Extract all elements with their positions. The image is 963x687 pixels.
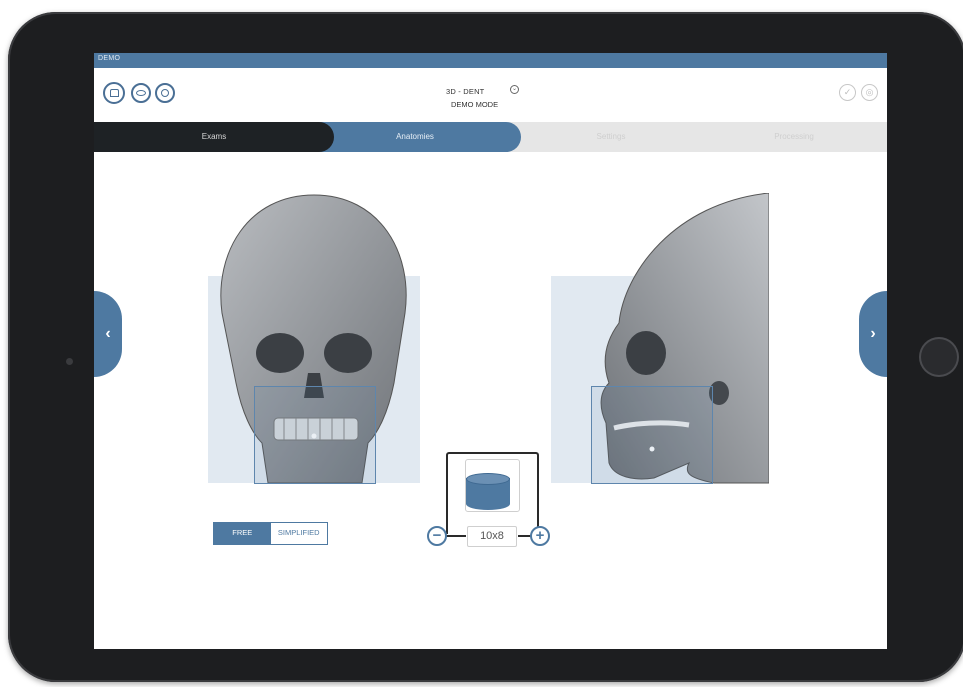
- tab-settings[interactable]: Settings: [521, 122, 701, 152]
- next-button[interactable]: ›: [859, 291, 887, 377]
- plus-icon: +: [535, 527, 545, 544]
- tab-exams[interactable]: Exams: [94, 122, 334, 152]
- demo-label: DEMO: [98, 55, 121, 62]
- tab-processing[interactable]: Processing: [701, 122, 887, 152]
- free-mode-button[interactable]: FREE: [214, 523, 271, 544]
- frontal-selection-box[interactable]: [254, 386, 376, 484]
- app-screen: DEMO 3D - DENT ⌄ DEMO MODE ✓ ◎ Exams Ana…: [94, 53, 887, 649]
- eye-icon: [136, 90, 146, 96]
- globe-icon[interactable]: ◎: [861, 84, 878, 101]
- mode-toggle: FREE SIMPLIFIED: [213, 522, 328, 545]
- mode-subtitle: DEMO MODE: [451, 100, 499, 109]
- step-tabs: Exams Anatomies Settings Processing: [94, 122, 887, 152]
- fov-decrease-button[interactable]: −: [427, 526, 447, 546]
- cylinder-top: [466, 473, 510, 485]
- fov-size-label: 10x8: [467, 526, 517, 547]
- home-icon: [109, 89, 119, 97]
- view-button[interactable]: [131, 83, 151, 103]
- top-bar: 3D - DENT ⌄ DEMO MODE ✓ ◎: [94, 68, 887, 122]
- minus-icon: −: [432, 527, 442, 544]
- home-button[interactable]: [103, 82, 125, 104]
- demo-strip: DEMO: [94, 53, 887, 68]
- app-title: 3D - DENT: [446, 87, 485, 96]
- check-icon[interactable]: ✓: [839, 84, 856, 101]
- prev-button[interactable]: ‹: [94, 291, 122, 377]
- chevron-right-icon: ›: [870, 325, 876, 342]
- chevron-left-icon: ‹: [105, 325, 111, 342]
- tab-anatomies[interactable]: Anatomies: [309, 122, 521, 152]
- device-home-button[interactable]: [919, 337, 959, 377]
- stepper-connector-left: [446, 535, 466, 537]
- fov-increase-button[interactable]: +: [530, 526, 550, 546]
- lateral-selection-box[interactable]: [591, 386, 713, 484]
- camera-dot: [66, 358, 73, 365]
- target-icon: [161, 89, 169, 97]
- simplified-mode-button[interactable]: SIMPLIFIED: [270, 523, 327, 544]
- chevron-down-icon[interactable]: ⌄: [510, 85, 519, 94]
- target-button[interactable]: [155, 83, 175, 103]
